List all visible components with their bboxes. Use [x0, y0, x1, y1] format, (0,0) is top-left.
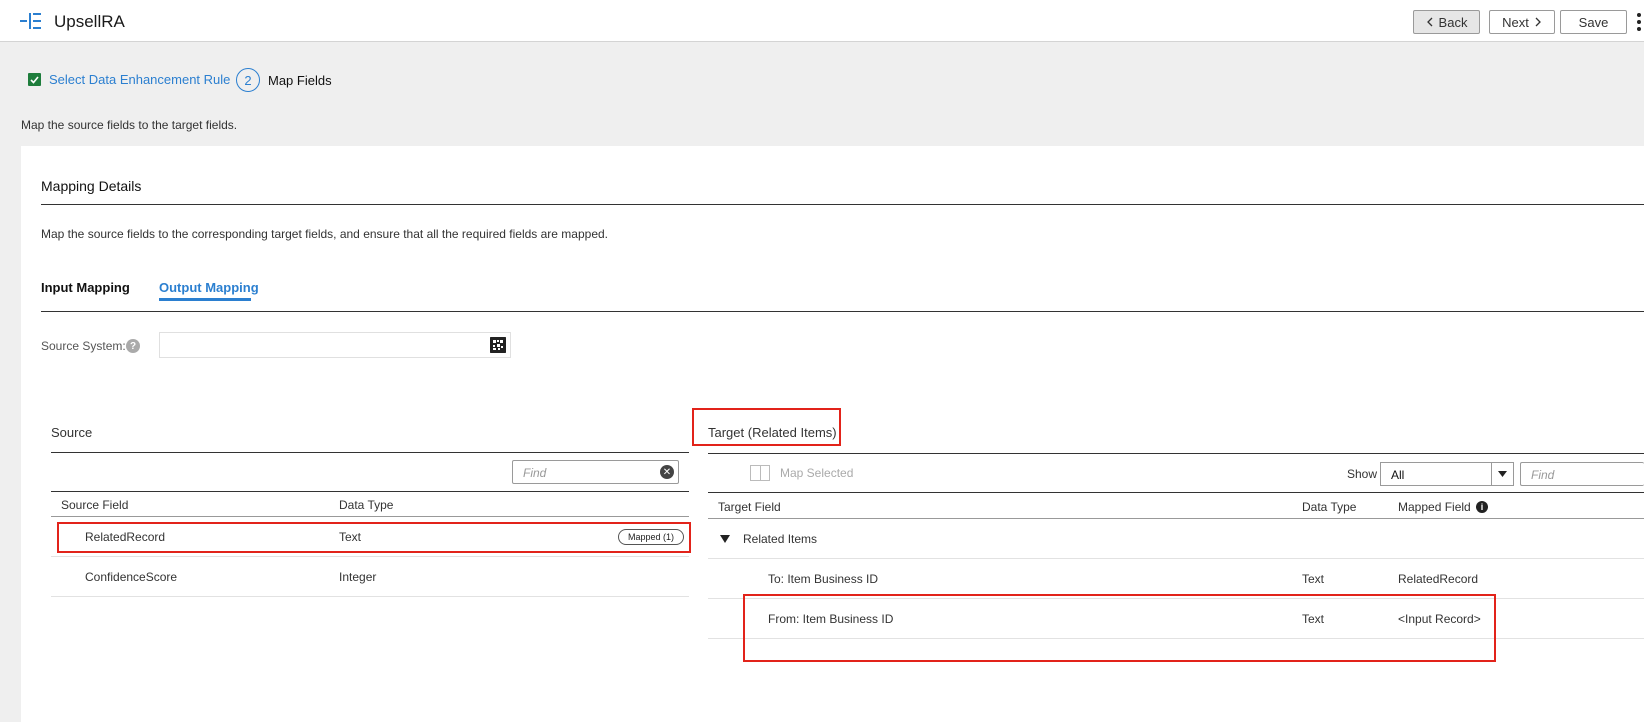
divider — [41, 311, 1644, 312]
step-map-fields[interactable]: 2 Map Fields — [236, 68, 332, 92]
show-select-value: All — [1391, 468, 1405, 482]
help-icon[interactable]: ? — [126, 339, 140, 353]
source-type-cell: Text — [339, 530, 362, 544]
source-type-cell: Integer — [339, 570, 377, 584]
chevron-left-icon — [1426, 17, 1433, 27]
more-options-icon[interactable] — [1636, 12, 1642, 32]
source-find-input[interactable]: Find ✕ — [512, 460, 679, 484]
table-row[interactable]: To: Item Business ID Text RelatedRecord — [708, 559, 1644, 599]
source-system-label: Source System: — [41, 339, 126, 353]
source-title: Source — [51, 425, 93, 440]
save-button[interactable]: Save — [1560, 10, 1627, 34]
chevron-right-icon — [1535, 17, 1541, 27]
map-selected-label: Map Selected — [780, 466, 854, 480]
step2-label: Map Fields — [268, 72, 332, 88]
mapping-details-title: Mapping Details — [41, 178, 142, 194]
target-type-cell: Text — [1302, 572, 1325, 586]
table-row[interactable]: From: Item Business ID Text <Input Recor… — [708, 599, 1644, 639]
step1-label: Select Data Enhancement Rule — [49, 72, 231, 87]
mapped-field-header[interactable]: Mapped Field — [1398, 500, 1471, 514]
collapse-triangle-icon[interactable] — [720, 535, 730, 543]
divider — [708, 492, 1644, 493]
target-field-cell: To: Item Business ID — [768, 572, 879, 586]
divider — [51, 491, 689, 492]
divider — [708, 453, 1644, 454]
target-find-placeholder: Find — [1531, 468, 1555, 482]
mapped-badge[interactable]: Mapped (1) — [618, 529, 684, 545]
step2-number: 2 — [236, 68, 260, 92]
tab-output-mapping[interactable]: Output Mapping — [159, 280, 259, 301]
top-bar: UpsellRA Back Next Save — [0, 0, 1644, 42]
source-type-header[interactable]: Data Type — [339, 498, 393, 512]
source-field-cell: RelatedRecord — [85, 530, 166, 544]
divider — [41, 204, 1644, 205]
mapping-description: Map the source fields to the correspondi… — [41, 227, 609, 241]
divider — [51, 452, 689, 453]
lookup-icon[interactable] — [490, 337, 506, 353]
group-label: Related Items — [743, 532, 818, 546]
target-title: Target (Related Items) — [708, 425, 837, 440]
show-select[interactable]: All — [1380, 462, 1514, 486]
target-find-input[interactable]: Find — [1520, 462, 1644, 486]
target-field-cell: From: Item Business ID — [768, 612, 894, 626]
tab-output-mapping-label: Output Mapping — [159, 280, 259, 295]
active-tab-underline — [159, 298, 251, 301]
table-row[interactable]: RelatedRecord Text Mapped (1) — [51, 517, 689, 557]
map-selected-icon — [750, 465, 770, 481]
mapped-field-cell: RelatedRecord — [1398, 572, 1479, 586]
tab-input-mapping[interactable]: Input Mapping — [41, 280, 130, 295]
step-select-rule[interactable]: Select Data Enhancement Rule — [28, 72, 230, 87]
back-button[interactable]: Back — [1413, 10, 1480, 34]
group-row[interactable]: Related Items — [708, 519, 1644, 559]
target-type-cell: Text — [1302, 612, 1325, 626]
source-field-header[interactable]: Source Field — [61, 498, 128, 512]
map-selected-button[interactable]: Map Selected — [750, 465, 853, 481]
source-field-cell: ConfidenceScore — [85, 570, 178, 584]
show-label: Show — [1347, 467, 1378, 481]
back-label: Back — [1438, 14, 1468, 30]
target-field-header[interactable]: Target Field — [718, 500, 781, 514]
source-system-input[interactable] — [159, 332, 511, 358]
clear-icon[interactable]: ✕ — [660, 465, 674, 479]
check-icon — [28, 73, 41, 86]
app-logo-icon — [20, 13, 41, 29]
save-label: Save — [1578, 14, 1609, 30]
table-row[interactable]: ConfidenceScore Integer — [51, 557, 689, 597]
next-label: Next — [1502, 14, 1529, 30]
info-icon[interactable]: i — [1476, 501, 1488, 513]
caret-down-icon — [1491, 463, 1513, 485]
app-title: UpsellRA — [54, 12, 125, 31]
mapped-field-cell: <Input Record> — [1398, 612, 1481, 626]
next-button[interactable]: Next — [1489, 10, 1555, 34]
source-find-placeholder: Find — [523, 466, 547, 480]
page-description: Map the source fields to the target fiel… — [21, 118, 238, 132]
target-type-header[interactable]: Data Type — [1302, 500, 1356, 514]
